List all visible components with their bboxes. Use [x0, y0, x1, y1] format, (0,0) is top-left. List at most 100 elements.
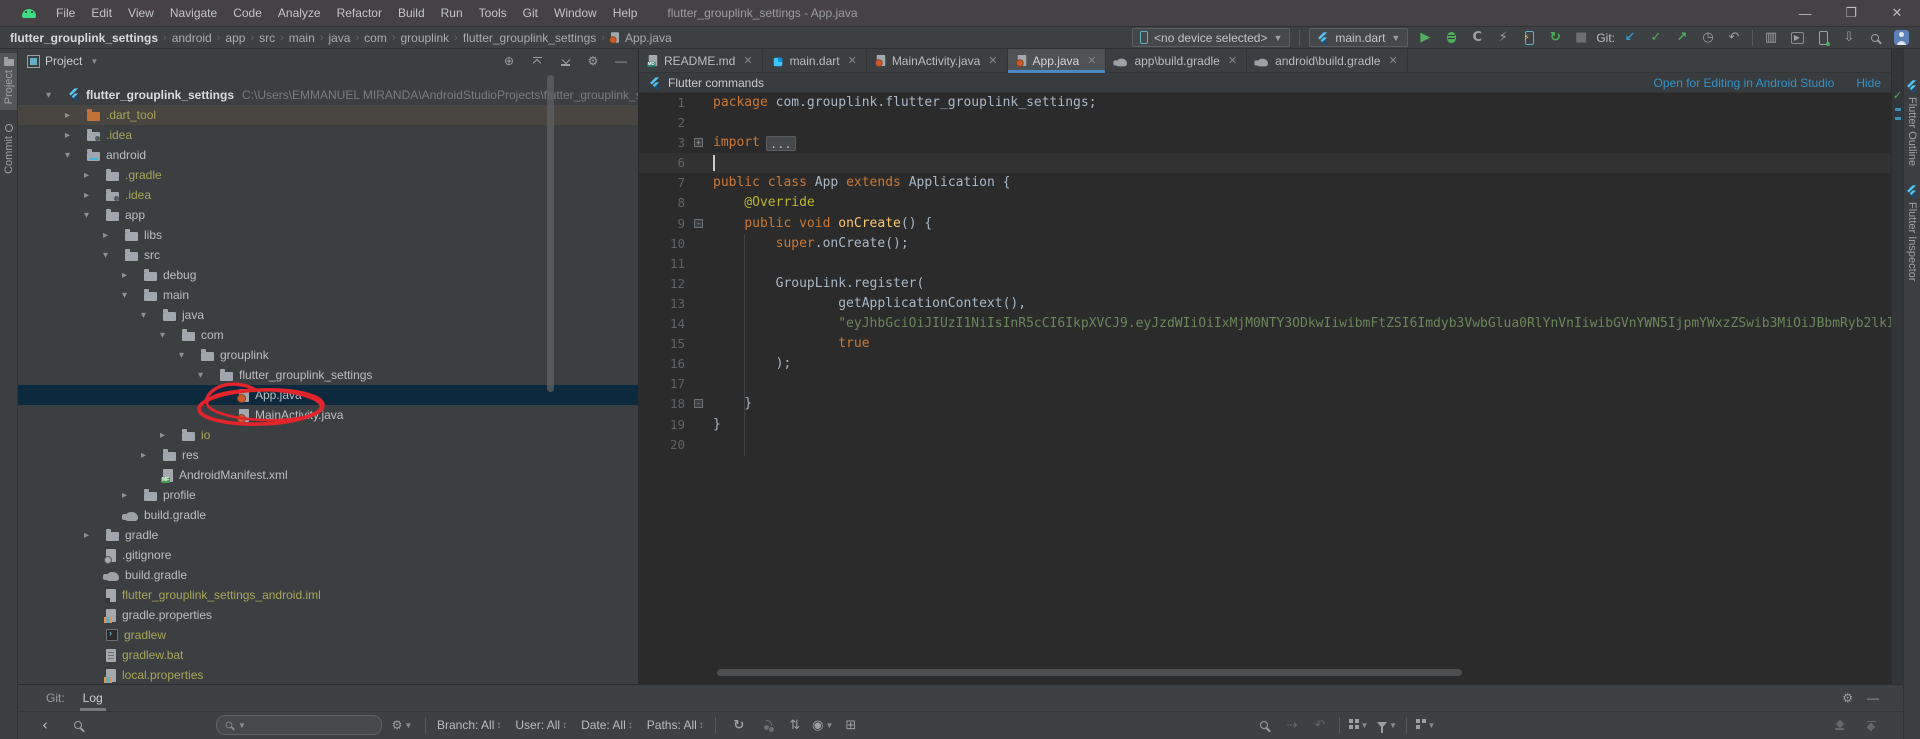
code-line[interactable]: 6 — [639, 153, 1891, 174]
fold-toggle-icon[interactable]: - — [694, 218, 703, 228]
menu-item-tools[interactable]: Tools — [471, 0, 515, 26]
profile-avatar[interactable] — [1888, 28, 1914, 48]
device-mirroring-button[interactable] — [1810, 28, 1836, 48]
tool-tab-flutter-outline[interactable]: Flutter Outline — [1904, 75, 1920, 170]
breadcrumb-item[interactable]: flutter_grouplink_settings — [463, 31, 596, 45]
sdk-manager-button[interactable]: ⇩ — [1836, 28, 1862, 48]
sort-button[interactable]: ⇅ — [783, 715, 807, 735]
hot-reload-button[interactable] — [1516, 28, 1542, 48]
fold-toggle-icon[interactable]: - — [694, 399, 703, 409]
breadcrumb-item[interactable]: main — [289, 31, 315, 45]
tree-expanded-arrow[interactable]: ▾ — [63, 150, 87, 161]
editor-horizontal-scrollbar[interactable] — [717, 669, 1881, 676]
tree-collapse-arrow[interactable]: ▸ — [139, 450, 163, 461]
settings-button[interactable]: ⚙ — [1842, 691, 1853, 705]
inspections-ok-icon[interactable]: ✓ — [1893, 89, 1902, 102]
breadcrumb-item[interactable]: com — [364, 31, 387, 45]
tree-item-folder[interactable]: ▸ debug — [18, 265, 638, 285]
folded-region[interactable]: ... — [765, 135, 796, 151]
code-line[interactable]: 7 public class App extends Application { — [639, 173, 1891, 193]
menu-item-window[interactable]: Window — [546, 0, 605, 26]
tree-item-file[interactable]: App.java — [18, 385, 638, 405]
menu-item-analyze[interactable]: Analyze — [270, 0, 329, 26]
menu-item-git[interactable]: Git — [515, 0, 546, 26]
tree-collapse-arrow[interactable]: ▸ — [63, 130, 87, 141]
expand-all-button[interactable] — [1859, 715, 1883, 735]
tree-collapse-arrow[interactable]: ▸ — [158, 430, 182, 441]
code-line[interactable]: 1 package com.grouplink.flutter_grouplink… — [639, 93, 1891, 113]
project-view-selector[interactable]: Project ▼ — [27, 54, 98, 68]
menu-item-navigate[interactable]: Navigate — [162, 0, 225, 26]
run-button[interactable]: ▶ — [1412, 28, 1438, 48]
code-line[interactable]: 3 + import... — [639, 133, 1891, 153]
code-line[interactable]: 19} — [639, 415, 1891, 435]
tree-item-file[interactable]: MainActivity.java — [18, 405, 638, 425]
menu-item-code[interactable]: Code — [225, 0, 270, 26]
maximize-button[interactable]: ❐ — [1828, 0, 1874, 26]
tree-item-folder[interactable]: ▾ com — [18, 325, 638, 345]
tool-tab-flutter-inspector[interactable]: Flutter Inspector — [1904, 180, 1920, 285]
tree-expanded-arrow[interactable]: ▾ — [82, 210, 106, 221]
hide-panel-button[interactable]: — — [610, 51, 632, 71]
code-line[interactable]: 9- public void onCreate() { — [639, 214, 1891, 234]
sidebar-tab-commit[interactable]: Commit — [0, 118, 17, 180]
code-line[interactable]: 11 — [639, 254, 1891, 274]
breadcrumb-item[interactable]: java — [328, 31, 350, 45]
tree-item-folder[interactable]: ▸ .dart_tool — [18, 105, 638, 125]
git-history-button[interactable]: ◷ — [1695, 28, 1721, 48]
tree-item-folder[interactable]: ▾ flutter_grouplink_settings C:\Users\EMMA… — [18, 85, 638, 105]
menu-item-edit[interactable]: Edit — [83, 0, 120, 26]
tree-expanded-arrow[interactable]: ▾ — [139, 310, 163, 321]
filter-button[interactable]: ▼ — [1375, 715, 1399, 735]
expand-all-button[interactable] — [526, 51, 548, 71]
tree-item-file[interactable]: gradle.properties — [18, 605, 638, 625]
git-commit-button[interactable]: ✓ — [1643, 28, 1669, 48]
editor-tab[interactable]: main.dart ✕ — [763, 49, 867, 72]
tree-item-folder[interactable]: ▸ .idea — [18, 185, 638, 205]
new-log-tab-button[interactable]: ⊞ — [839, 715, 863, 735]
tree-item-folder[interactable]: ▾ java — [18, 305, 638, 325]
sidebar-tab-project[interactable]: Project — [0, 53, 17, 111]
tree-collapse-arrow[interactable]: ▸ — [82, 190, 106, 201]
close-icon[interactable]: ✕ — [1087, 54, 1096, 67]
code-line[interactable]: 2 — [639, 113, 1891, 133]
code-line[interactable]: 18- } — [639, 394, 1891, 414]
project-scrollbar[interactable] — [547, 75, 554, 392]
device-selector[interactable]: <no device selected> ▼ — [1132, 28, 1291, 47]
settings-button[interactable]: ⚙ ▼ — [390, 715, 414, 735]
fold-toggle-icon[interactable]: + — [694, 138, 703, 148]
git-push-button[interactable]: ↗ — [1669, 28, 1695, 48]
editor-tab[interactable]: MainActivity.java ✕ — [867, 49, 1008, 72]
breadcrumb-item[interactable]: android — [172, 31, 212, 45]
device-manager-button[interactable]: ▥ — [1758, 28, 1784, 48]
close-icon[interactable]: ✕ — [1388, 54, 1397, 67]
tree-expanded-arrow[interactable]: ▾ — [44, 90, 68, 101]
code-line[interactable]: 10 super .onCreate(); — [639, 234, 1891, 254]
open-in-android-studio-link[interactable]: Open for Editing in Android Studio — [1654, 76, 1835, 90]
tree-item-file[interactable]: flutter_grouplink_settings_android.iml — [18, 585, 638, 605]
close-icon[interactable]: ✕ — [988, 54, 997, 67]
editor-tab[interactable]: android\build.gradle ✕ — [1247, 49, 1408, 72]
menu-item-file[interactable]: File — [48, 0, 83, 26]
menu-item-run[interactable]: Run — [433, 0, 471, 26]
search-icon[interactable] — [66, 715, 90, 735]
breadcrumb-item[interactable]: src — [259, 31, 275, 45]
log-filter-user[interactable]: User: All ↕ — [515, 718, 567, 732]
go-to-hash-button[interactable]: ⇢ — [1280, 715, 1304, 735]
code-line[interactable]: 14 "eyJhbGciOiJIUzI1NiIsInR5cCI6IkpXVCJ9… — [639, 314, 1891, 334]
search-in-log-button[interactable] — [1252, 715, 1276, 735]
tree-item-folder[interactable]: ▸ io — [18, 425, 638, 445]
breadcrumb-item[interactable]: App.java — [625, 31, 672, 45]
git-update-button[interactable]: ↙ — [1617, 28, 1643, 48]
tree-item-folder[interactable]: ▾ grouplink — [18, 345, 638, 365]
close-button[interactable]: ✕ — [1874, 0, 1920, 26]
chevron-left-icon[interactable]: ‹ — [42, 717, 48, 733]
code-line[interactable]: 13 getApplicationContext(), — [639, 294, 1891, 314]
tree-item-file[interactable]: .gitignore — [18, 545, 638, 565]
tree-item-folder[interactable]: ▸ profile — [18, 485, 638, 505]
code-line[interactable]: 12 GroupLink.register( — [639, 274, 1891, 294]
stop-button[interactable]: ■ — [1568, 28, 1594, 48]
menu-item-help[interactable]: Help — [605, 0, 646, 26]
hide-panel-button[interactable]: — — [1867, 691, 1879, 705]
run-configuration-selector[interactable]: main.dart ▼ — [1309, 28, 1409, 47]
